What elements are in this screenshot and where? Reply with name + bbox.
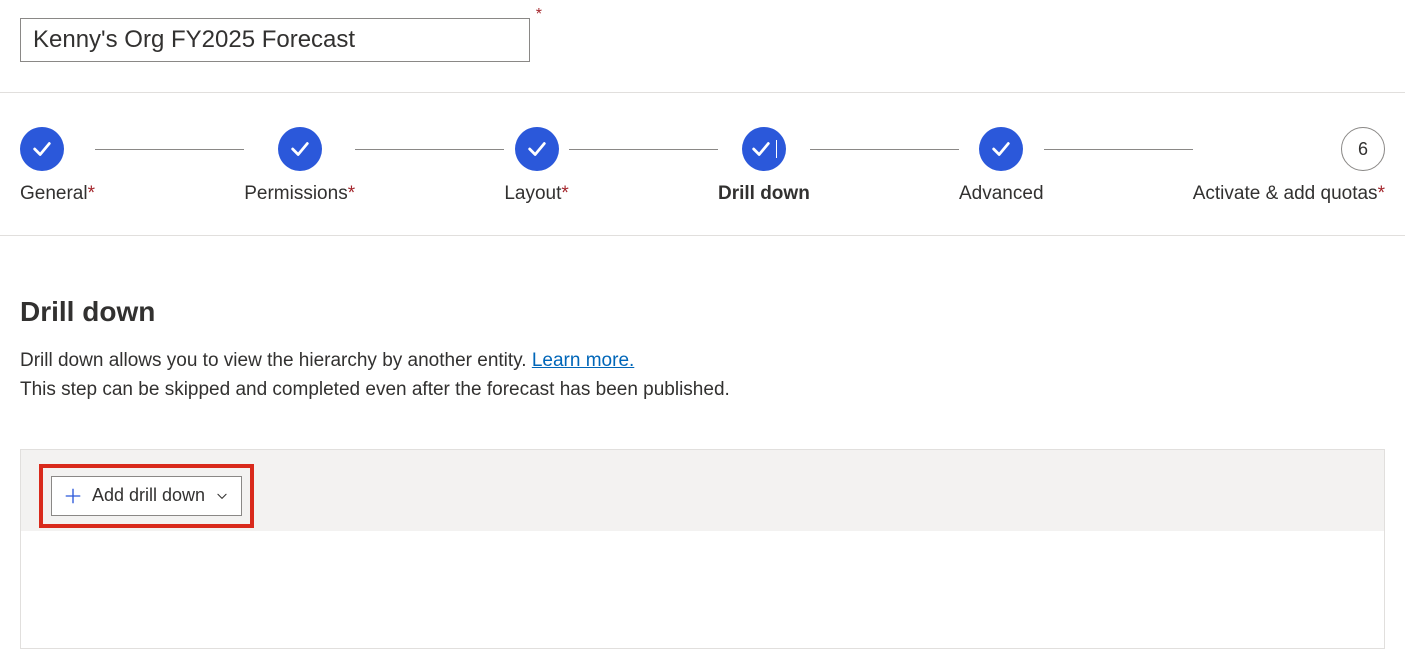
plus-icon <box>64 487 82 505</box>
step-connector <box>569 149 718 150</box>
step-label: Drill down <box>718 183 810 205</box>
add-drill-down-label: Add drill down <box>92 485 205 506</box>
checkmark-icon <box>515 127 559 171</box>
step-label: Permissions* <box>244 183 355 205</box>
step-drill-down[interactable]: Drill down <box>718 127 810 205</box>
drilldown-toolbar: Add drill down <box>20 449 1385 531</box>
step-advanced[interactable]: Advanced <box>959 127 1044 205</box>
step-activate-quotas[interactable]: 6 Activate & add quotas* <box>1193 127 1385 205</box>
wizard-stepper: General* Permissions* Layout* <box>0 92 1405 236</box>
step-permissions[interactable]: Permissions* <box>244 127 355 205</box>
forecast-name-input[interactable] <box>20 18 530 62</box>
step-label: General* <box>20 183 95 205</box>
step-number-icon: 6 <box>1341 127 1385 171</box>
step-label: Layout* <box>504 183 568 205</box>
checkmark-icon <box>979 127 1023 171</box>
required-asterisk: * <box>536 6 542 24</box>
section-description: Drill down allows you to view the hierar… <box>20 346 1385 405</box>
drilldown-empty-area <box>20 531 1385 649</box>
step-layout[interactable]: Layout* <box>504 127 568 205</box>
step-general[interactable]: General* <box>20 127 95 205</box>
checkmark-icon <box>742 127 786 171</box>
forecast-name-field-wrap: * <box>20 18 530 62</box>
step-connector <box>810 149 959 150</box>
checkmark-icon <box>278 127 322 171</box>
step-label: Activate & add quotas* <box>1193 183 1385 205</box>
step-connector <box>1044 149 1193 150</box>
section-title: Drill down <box>20 296 1385 328</box>
step-connector <box>355 149 504 150</box>
step-label: Advanced <box>959 183 1044 205</box>
tutorial-highlight: Add drill down <box>39 464 254 528</box>
chevron-down-icon <box>215 489 229 503</box>
learn-more-link[interactable]: Learn more. <box>532 350 634 371</box>
step-connector <box>95 149 244 150</box>
add-drill-down-button[interactable]: Add drill down <box>51 476 242 516</box>
checkmark-icon <box>20 127 64 171</box>
